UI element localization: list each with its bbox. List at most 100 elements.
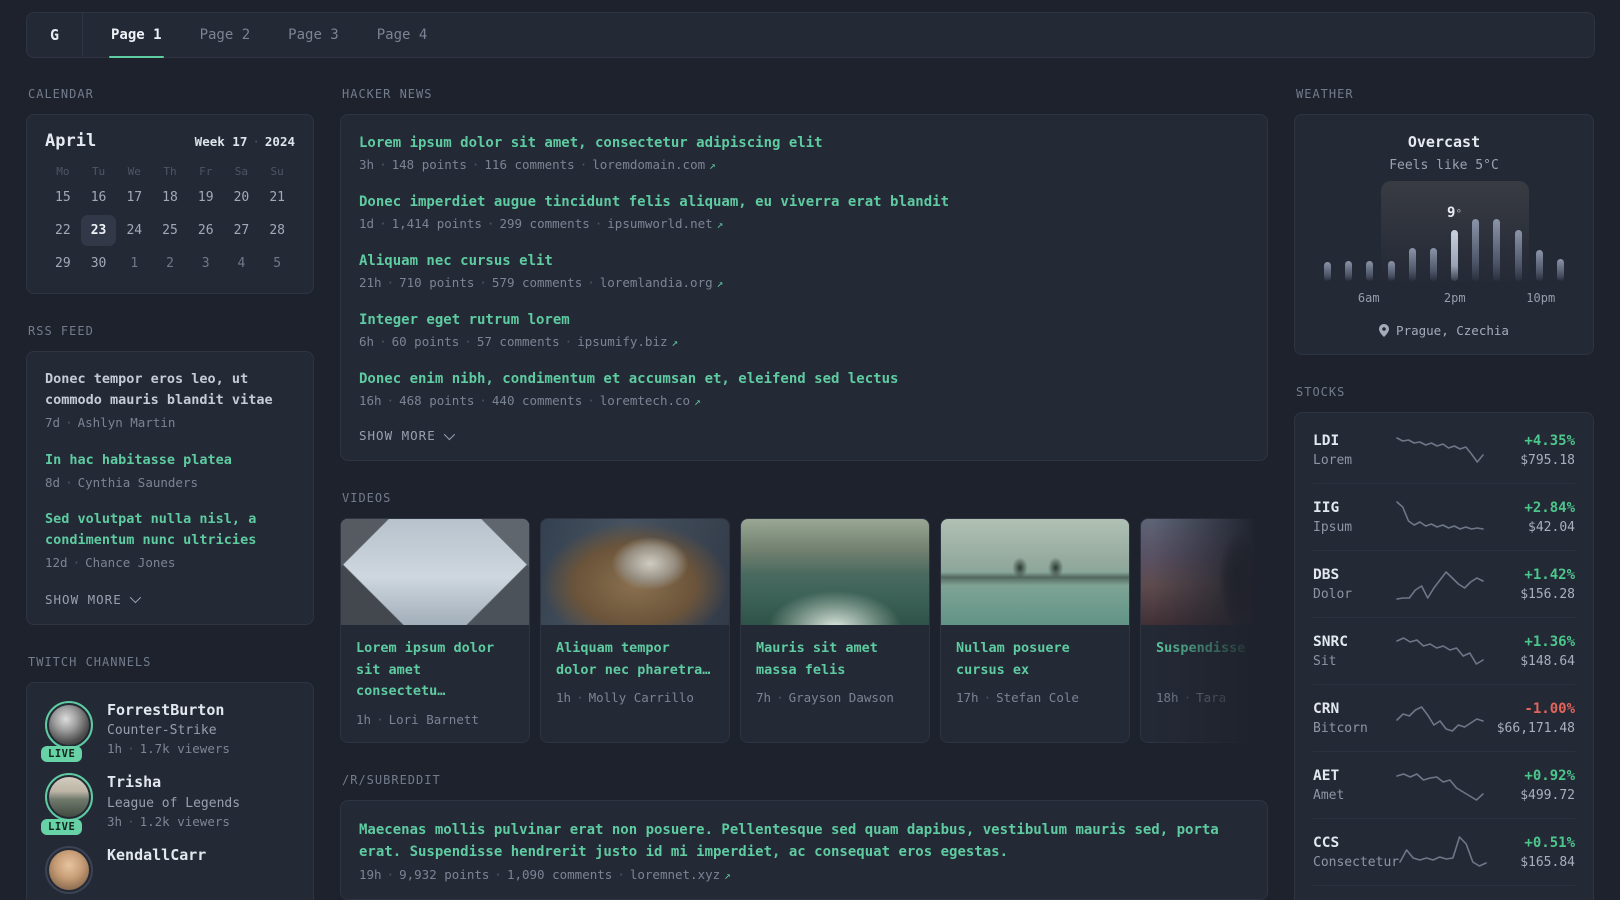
avatar	[45, 700, 93, 749]
video-card: Lorem ipsum dolor sit amet consectetu… 1h…	[340, 518, 530, 743]
dot-separator: ·	[983, 690, 992, 706]
stock-row[interactable]: LDI Lorem +4.35% $795.18	[1313, 417, 1575, 483]
weather-bar	[1556, 258, 1564, 281]
video-title[interactable]: Suspendisse diam	[1156, 638, 1268, 681]
weather-bar	[1408, 247, 1416, 281]
video-card-body: Aliquam tempor dolor nec pharetra… 1h · Mol…	[541, 625, 729, 720]
video-title[interactable]: Aliquam tempor dolor nec pharetra…	[556, 638, 714, 681]
show-more-button[interactable]: SHOW MORE	[359, 428, 1249, 443]
video-card: Suspendisse diam 18h · Tara	[1140, 518, 1268, 743]
rss-widget: RSS FEED Donec tempor eros leo, ut commo…	[26, 324, 314, 625]
weekday-label: Mo	[56, 165, 70, 178]
stock-sparkline	[1396, 437, 1485, 463]
hackernews-item-title[interactable]: Donec imperdiet augue tincidunt felis al…	[359, 192, 1249, 213]
rss-item-title[interactable]: In hac habitasse platea	[45, 450, 295, 471]
twitch-channel-row[interactable]: LIVE Trisha League of Legends 3h · 1.2k viewe…	[41, 773, 295, 835]
calendar-day: 26	[197, 223, 214, 238]
stock-ticker: DBS	[1313, 566, 1340, 583]
stock-price: $795.18	[1520, 452, 1575, 468]
video-card-body: Mauris sit amet massa felis 7h · Grayson Da…	[741, 625, 929, 720]
calendar-day: 2	[166, 256, 174, 271]
video-meta: 17h · Stefan Cole	[956, 690, 1114, 705]
rss-item-age: 12d	[45, 555, 68, 571]
hackernews-item-age: 3h	[359, 157, 375, 172]
calendar-widget: CALENDAR April Week 17 · 2024 Mo Tu We Th Fr Sa…	[26, 87, 314, 294]
tab-page-3[interactable]: Page 3	[288, 13, 339, 57]
stock-ticker: IIG	[1313, 499, 1340, 516]
dot-separator: ·	[564, 334, 573, 349]
tab-page-4[interactable]: Page 4	[377, 13, 428, 57]
hackernews-item-comments: 299 comments	[499, 216, 590, 231]
dot-separator: ·	[594, 216, 603, 231]
subreddit-section-title: /R/SUBREDDIT	[342, 772, 441, 787]
video-title[interactable]: Lorem ipsum dolor sit amet consectetu…	[356, 638, 514, 703]
calendar-day: 30	[90, 256, 107, 271]
dot-separator: ·	[252, 134, 260, 149]
stock-row[interactable]: DBS Dolor +1.42% $156.28	[1313, 550, 1575, 617]
stock-row[interactable]: CCS Consectetur +0.51% $165.84	[1313, 818, 1575, 885]
stock-row[interactable]: AHS+0.46%	[1313, 885, 1575, 900]
weather-temp-degree: °	[1455, 206, 1463, 220]
hackernews-item-domain-link[interactable]: loremdomain.com ↗	[592, 157, 716, 172]
stock-sparkline	[1396, 637, 1485, 665]
hackernews-item-title[interactable]: Aliquam nec cursus elit	[359, 251, 1249, 272]
dot-separator: ·	[65, 474, 73, 490]
video-author: Molly Carrillo	[588, 690, 694, 706]
stock-sparkline	[1396, 571, 1485, 600]
video-title[interactable]: Nullam posuere cursus ex	[956, 638, 1114, 681]
hackernews-item-domain-link[interactable]: loremtech.co ↗	[600, 393, 701, 408]
hackernews-item-domain-link[interactable]: loremlandia.org ↗	[600, 275, 724, 290]
hackernews-item-title[interactable]: Donec enim nibh, condimentum et accumsan…	[359, 369, 1249, 390]
twitch-channel-row[interactable]: LIVE ForrestBurton Counter-Strike 1h · 1.7k v…	[41, 700, 295, 763]
tab-page-1[interactable]: Page 1	[109, 13, 164, 58]
subreddit-card: Maecenas mollis pulvinar erat non posuer…	[340, 799, 1268, 900]
subreddit-item-title[interactable]: Maecenas mollis pulvinar erat non posuer…	[359, 819, 1249, 864]
hackernews-item-title[interactable]: Lorem ipsum dolor sit amet, consectetur …	[359, 133, 1249, 154]
video-meta: 1h · Lori Barnett	[356, 712, 514, 727]
video-thumbnail-concrete-towers-sky-cross[interactable]	[341, 519, 529, 625]
video-card-body: Lorem ipsum dolor sit amet consectetu… 1h…	[341, 625, 529, 742]
twitch-channel-info: Trisha League of Legends 3h · 1.2k viewers	[107, 773, 240, 829]
rss-item-title[interactable]: Donec tempor eros leo, ut commodo mauris…	[45, 369, 295, 411]
video-thumbnail-hands-holding-camera[interactable]	[541, 519, 729, 625]
video-thumbnail-figure-in-dark-field[interactable]	[1141, 519, 1268, 625]
weather-bar	[1387, 260, 1395, 281]
stock-row[interactable]: IIG Ipsum +2.84% $42.04	[1313, 483, 1575, 550]
video-meta: 7h · Grayson Dawson	[756, 690, 914, 705]
hackernews-item-domain-link[interactable]: ipsumify.biz ↗	[577, 334, 678, 349]
app-logo[interactable]: G	[27, 13, 82, 57]
show-more-button[interactable]: SHOW MORE	[45, 592, 295, 607]
weather-bar	[1493, 218, 1501, 281]
stock-row[interactable]: SNRC Sit +1.36% $148.64	[1313, 617, 1575, 684]
calendar-header: April Week 17 · 2024	[45, 131, 295, 151]
weather-bar	[1345, 260, 1353, 281]
hackernews-item-meta: 6h · 60 points · 57 comments · ipsumify.biz ↗	[359, 334, 1249, 349]
twitch-channel-name[interactable]: KendallCarr	[107, 846, 206, 866]
twitch-channel-name[interactable]: ForrestBurton	[107, 701, 230, 721]
video-author: Tara	[1196, 690, 1227, 705]
subreddit-item-domain-link[interactable]: loremnet.xyz ↗	[630, 867, 731, 882]
hackernews-item-domain-link[interactable]: ipsumworld.net ↗	[607, 216, 723, 231]
hackernews-item-points: 148 points	[391, 157, 467, 172]
subreddit-item: Maecenas mollis pulvinar erat non posuer…	[359, 819, 1249, 882]
video-thumbnail-canoe-on-foggy-lake[interactable]	[941, 519, 1129, 625]
tab-page-2[interactable]: Page 2	[200, 13, 251, 57]
twitch-channel-name[interactable]: Trisha	[107, 773, 240, 793]
stock-row[interactable]: CRN Bitcorn -1.00% $66,171.48	[1313, 684, 1575, 751]
video-title[interactable]: Mauris sit amet massa felis	[756, 638, 914, 681]
video-thumbnail-boat-wake-sea-skyline[interactable]	[741, 519, 929, 625]
stock-values: +1.42% $156.28	[1484, 566, 1575, 602]
calendar-day: 27	[233, 223, 250, 238]
hackernews-item-title[interactable]: Integer eget rutrum lorem	[359, 310, 1249, 331]
video-age: 1h	[556, 690, 572, 706]
video-meta: 18h · Tara	[1156, 690, 1268, 705]
twitch-channel-row[interactable]: KendallCarr	[45, 845, 295, 894]
weather-bar	[1366, 260, 1374, 281]
rss-item-title[interactable]: Sed volutpat nulla nisl, a condimentum n…	[45, 509, 295, 551]
dot-separator: ·	[486, 216, 495, 231]
dot-separator: ·	[587, 393, 595, 408]
weather-time-label: 6am	[1357, 291, 1380, 305]
right-column: WEATHER Overcast Feels like 5°C 9° 6am 2p…	[1294, 87, 1594, 900]
stock-row[interactable]: AET Amet +0.92% $499.72	[1313, 751, 1575, 818]
weekday-label: Tu	[91, 165, 106, 178]
